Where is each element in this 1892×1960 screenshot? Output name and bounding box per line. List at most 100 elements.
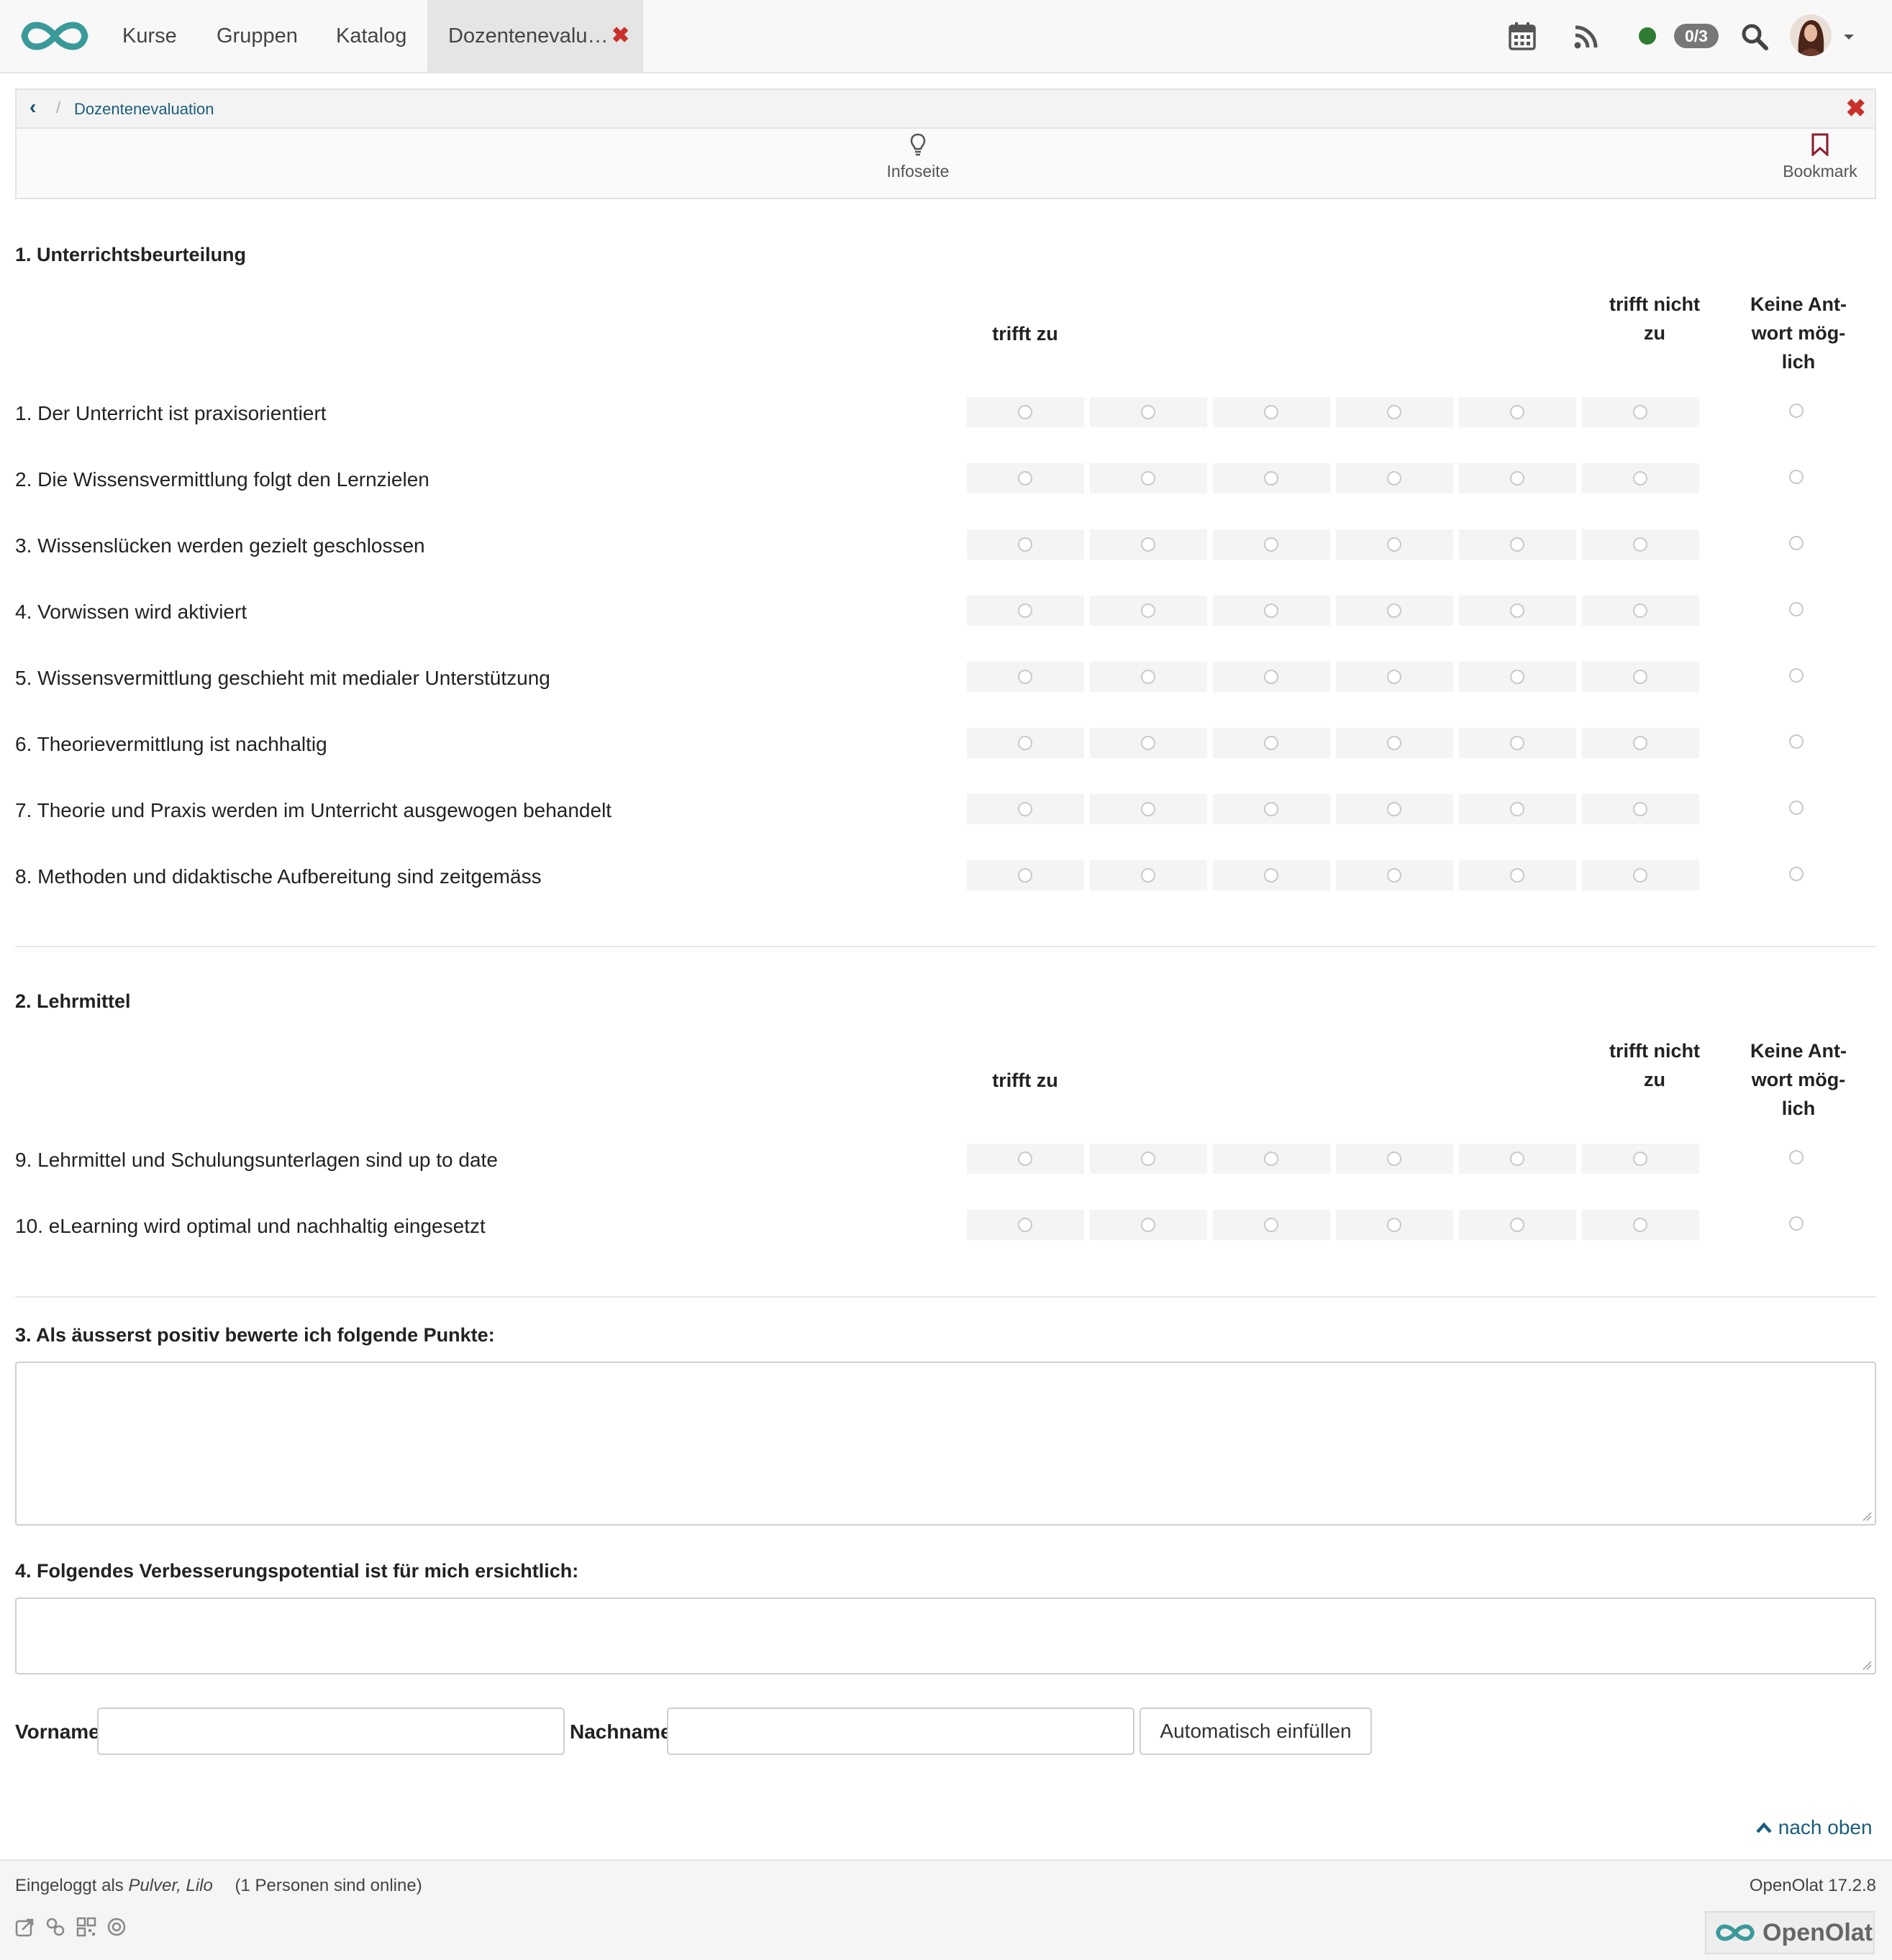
user-avatar[interactable]	[1790, 14, 1832, 56]
rating-radio[interactable]	[1633, 537, 1647, 552]
rating-radio[interactable]	[1018, 603, 1032, 618]
rating-radio[interactable]	[1633, 736, 1647, 750]
notification-badge[interactable]: 0/3	[1674, 24, 1719, 48]
nav-tab-gruppen[interactable]: Gruppen	[217, 0, 298, 72]
rating-radio[interactable]	[1510, 471, 1524, 486]
close-tab-icon[interactable]: ✖	[611, 0, 629, 72]
rating-radio[interactable]	[1018, 868, 1032, 883]
back-chevron-icon[interactable]: ‹	[29, 96, 36, 119]
rating-radio[interactable]	[1387, 670, 1401, 684]
no-answer-radio[interactable]	[1789, 536, 1804, 550]
link-icon[interactable]	[45, 1917, 65, 1937]
rating-radio[interactable]	[1141, 802, 1155, 816]
no-answer-radio[interactable]	[1789, 602, 1804, 616]
rating-radio[interactable]	[1510, 1152, 1524, 1166]
rating-radio[interactable]	[1387, 405, 1401, 419]
rating-radio[interactable]	[1264, 537, 1278, 552]
rating-radio[interactable]	[1264, 1218, 1278, 1232]
rating-radio[interactable]	[1387, 603, 1401, 618]
share-icon[interactable]	[15, 1917, 35, 1937]
online-status-icon[interactable]	[1639, 27, 1656, 45]
search-icon[interactable]	[1741, 23, 1768, 50]
resize-handle-icon[interactable]	[1862, 1660, 1872, 1670]
rating-radio[interactable]	[1264, 405, 1278, 419]
no-answer-radio[interactable]	[1789, 801, 1804, 815]
rating-radio[interactable]	[1141, 1218, 1155, 1232]
rating-radio[interactable]	[1633, 405, 1647, 419]
autofill-button[interactable]: Automatisch einfüllen	[1140, 1708, 1372, 1755]
rating-radio[interactable]	[1264, 802, 1278, 816]
rating-radio[interactable]	[1264, 670, 1278, 684]
rating-radio[interactable]	[1510, 868, 1524, 883]
no-answer-radio[interactable]	[1789, 867, 1804, 881]
firstname-input[interactable]	[97, 1708, 565, 1755]
rating-radio[interactable]	[1633, 670, 1647, 684]
rating-radio[interactable]	[1141, 603, 1155, 618]
rating-radio[interactable]	[1387, 868, 1401, 883]
rating-radio[interactable]	[1141, 736, 1155, 750]
rating-radio[interactable]	[1387, 537, 1401, 552]
rating-radio[interactable]	[1141, 471, 1155, 486]
rating-radio[interactable]	[1018, 1218, 1032, 1232]
nav-tab-kurse[interactable]: Kurse	[122, 0, 177, 72]
rating-radio[interactable]	[1018, 471, 1032, 486]
improvement-textarea[interactable]	[15, 1597, 1876, 1674]
rating-radio[interactable]	[1633, 471, 1647, 486]
rating-radio[interactable]	[1510, 1218, 1524, 1232]
nav-tab-katalog[interactable]: Katalog	[336, 0, 406, 72]
no-answer-radio[interactable]	[1789, 404, 1804, 418]
close-course-icon[interactable]: ✖	[1846, 94, 1867, 123]
rating-radio[interactable]	[1387, 471, 1401, 486]
rating-radio[interactable]	[1018, 1152, 1032, 1166]
lastname-input[interactable]	[667, 1708, 1134, 1755]
rating-radio[interactable]	[1510, 802, 1524, 816]
rating-radio[interactable]	[1387, 1152, 1401, 1166]
resize-handle-icon[interactable]	[1862, 1511, 1872, 1521]
rating-radio[interactable]	[1633, 1152, 1647, 1166]
nav-tab-dozentenevaluation[interactable]: Dozentenevalu… ✖	[427, 0, 643, 72]
no-answer-radio[interactable]	[1789, 470, 1804, 484]
rating-radio[interactable]	[1141, 1152, 1155, 1166]
rating-radio[interactable]	[1633, 603, 1647, 618]
rating-radio[interactable]	[1264, 868, 1278, 883]
rating-radio[interactable]	[1141, 405, 1155, 419]
online-count[interactable]: (1 Personen sind online)	[235, 1876, 422, 1895]
rating-radio[interactable]	[1264, 471, 1278, 486]
back-to-top-link[interactable]: nach oben	[1755, 1816, 1873, 1839]
breadcrumb-current[interactable]: Dozentenevaluation	[74, 100, 214, 119]
logged-in-user[interactable]: Pulver, Lilo	[128, 1876, 212, 1895]
rating-radio[interactable]	[1633, 802, 1647, 816]
rating-radio[interactable]	[1141, 868, 1155, 883]
infoseite-button[interactable]: Infoseite	[864, 133, 972, 181]
rating-radio[interactable]	[1510, 736, 1524, 750]
target-icon[interactable]	[106, 1917, 127, 1937]
bookmark-button[interactable]: Bookmark	[1766, 133, 1874, 181]
rating-radio[interactable]	[1018, 405, 1032, 419]
rating-radio[interactable]	[1018, 736, 1032, 750]
no-answer-radio[interactable]	[1789, 734, 1804, 749]
qr-code-icon[interactable]	[76, 1917, 96, 1937]
rating-radio[interactable]	[1633, 1218, 1647, 1232]
rating-radio[interactable]	[1264, 736, 1278, 750]
calendar-icon[interactable]	[1509, 22, 1536, 50]
rating-radio[interactable]	[1387, 1218, 1401, 1232]
openolat-footer-logo[interactable]: OpenOlat	[1705, 1911, 1875, 1954]
no-answer-radio[interactable]	[1789, 1216, 1804, 1231]
no-answer-radio[interactable]	[1789, 668, 1804, 683]
no-answer-radio[interactable]	[1789, 1150, 1804, 1164]
rating-radio[interactable]	[1510, 670, 1524, 684]
rating-radio[interactable]	[1018, 670, 1032, 684]
rating-radio[interactable]	[1510, 537, 1524, 552]
rating-radio[interactable]	[1387, 802, 1401, 816]
rating-radio[interactable]	[1387, 736, 1401, 750]
rating-radio[interactable]	[1633, 868, 1647, 883]
rating-radio[interactable]	[1510, 405, 1524, 419]
rating-radio[interactable]	[1018, 537, 1032, 552]
rating-radio[interactable]	[1264, 603, 1278, 618]
chevron-down-icon[interactable]	[1842, 33, 1855, 42]
openolat-logo[interactable]	[17, 16, 92, 56]
positive-points-textarea[interactable]	[15, 1362, 1876, 1526]
rss-icon[interactable]	[1574, 24, 1598, 49]
rating-radio[interactable]	[1510, 603, 1524, 618]
rating-radio[interactable]	[1264, 1152, 1278, 1166]
